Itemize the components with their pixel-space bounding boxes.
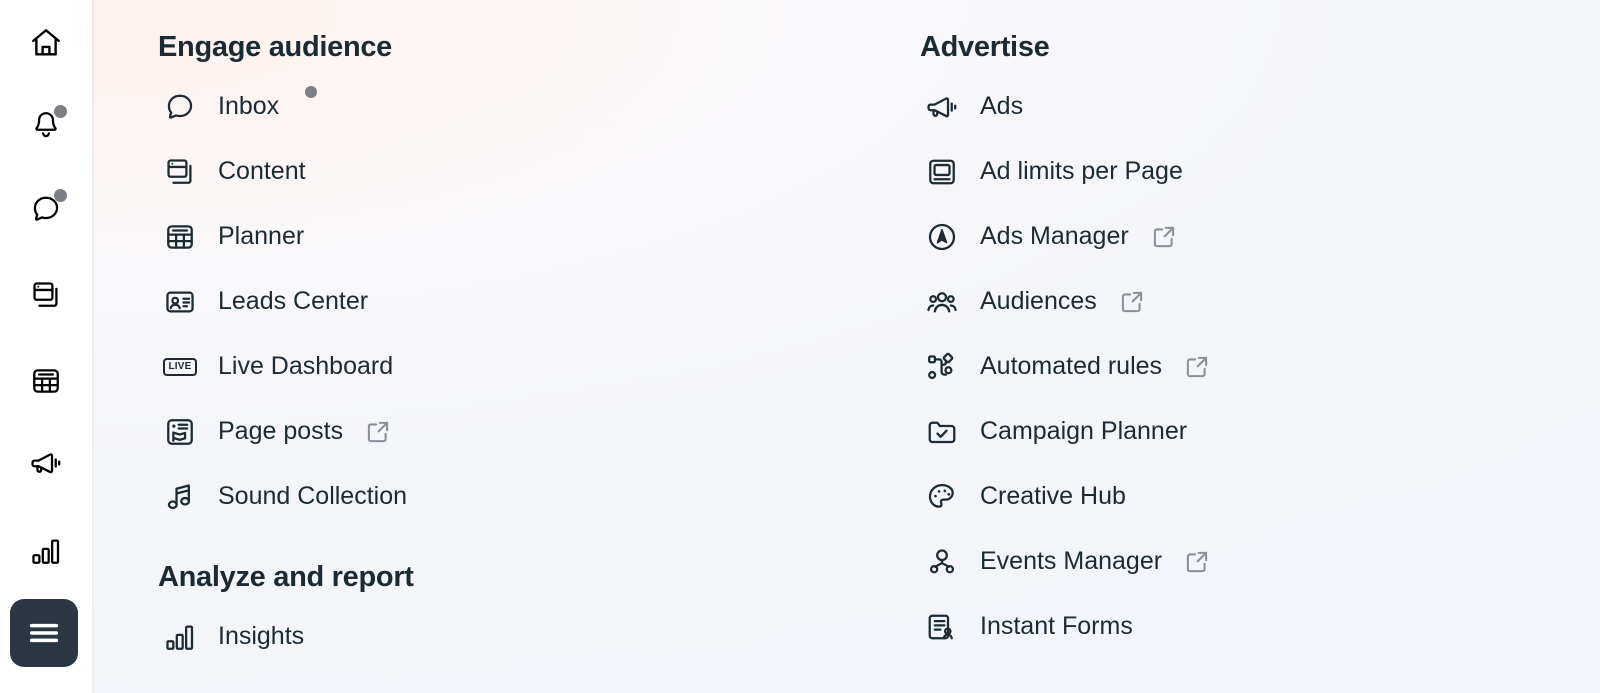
ads-icon[interactable]: [8, 432, 84, 494]
menu-item-insights[interactable]: Insights: [158, 604, 806, 669]
external-link-icon[interactable]: [1119, 289, 1145, 315]
menu-item-audiences[interactable]: Audiences: [920, 269, 1406, 334]
menu-item-label: Events Manager: [980, 547, 1163, 575]
icon-rail: [0, 0, 92, 693]
people-group-icon: [920, 280, 964, 324]
bar-chart-icon: [24, 529, 68, 573]
menu-item-ads[interactable]: Ads: [920, 74, 1406, 139]
external-link-icon[interactable]: [1184, 549, 1210, 575]
menu-item-automated-rules[interactable]: Automated rules: [920, 334, 1406, 399]
menu-item-label: Automated rules: [980, 352, 1163, 380]
menu-item-label: Instant Forms: [980, 612, 1133, 640]
navigation-flyout: Engage audience Inbox Content Planner Leads …: [0, 0, 1600, 693]
external-link-icon[interactable]: [365, 419, 391, 445]
insights-icon[interactable]: [8, 520, 84, 582]
section-title: Advertise: [920, 31, 1050, 63]
menu-item-label: Campaign Planner: [980, 417, 1188, 445]
content-icon[interactable]: [8, 264, 84, 326]
menu-group: Inbox Content Planner Leads Center LIVE Live …: [158, 74, 806, 529]
events-nodes-icon: [920, 540, 964, 584]
folder-check-icon: [920, 410, 964, 454]
menu-item-label: Inbox: [218, 92, 280, 120]
calendar-grid-icon: [158, 215, 202, 259]
menu-item-label: Sound Collection: [218, 482, 408, 510]
menu-group: Ads Ad limits per Page Ads Manager Audience…: [920, 74, 1406, 659]
unread-dot: [305, 86, 318, 98]
monitor-icon: [920, 150, 964, 194]
megaphone-icon: [24, 441, 68, 485]
menu-item-label: Audiences: [980, 287, 1097, 315]
flow-nodes-icon: [920, 345, 964, 389]
menu-item-label: Leads Center: [218, 287, 369, 315]
palette-icon: [920, 475, 964, 519]
menu-toggle[interactable]: [10, 599, 78, 667]
menu-item-leads-center[interactable]: Leads Center: [158, 269, 806, 334]
content-cards-icon: [24, 273, 68, 317]
menu-item-inbox[interactable]: Inbox: [158, 74, 806, 139]
live-badge-text: LIVE: [163, 357, 197, 376]
nav-panel: Engage audience Inbox Content Planner Leads …: [92, 0, 1600, 693]
nav-column-right: Advertise Ads Ad limits per Page Ads Manage…: [806, 0, 1406, 669]
menu-item-label: Ad limits per Page: [980, 157, 1183, 185]
menu-item-live-dashboard[interactable]: LIVE Live Dashboard: [158, 334, 806, 399]
home-icon: [24, 21, 68, 65]
badge-dot: [54, 189, 67, 202]
messages-icon[interactable]: [8, 178, 84, 240]
live-badge-icon: LIVE: [158, 345, 202, 389]
menu-item-content[interactable]: Content: [158, 139, 806, 204]
menu-item-creative-hub[interactable]: Creative Hub: [920, 464, 1406, 529]
megaphone-icon: [920, 85, 964, 129]
menu-item-label: Insights: [218, 622, 305, 650]
external-link-icon[interactable]: [1184, 354, 1210, 380]
notifications-icon[interactable]: [8, 94, 84, 156]
menu-item-ad-limits-per-page[interactable]: Ad limits per Page: [920, 139, 1406, 204]
form-person-icon: [920, 605, 964, 649]
menu-item-campaign-planner[interactable]: Campaign Planner: [920, 399, 1406, 464]
menu-item-label: Ads: [980, 92, 1024, 120]
nav-column-left: Engage audience Inbox Content Planner Leads …: [92, 0, 806, 669]
hamburger-icon: [22, 611, 66, 655]
bar-chart-icon: [158, 615, 202, 659]
menu-item-label: Live Dashboard: [218, 352, 394, 380]
section-title: Analyze and report: [158, 561, 414, 593]
menu-item-label: Planner: [218, 222, 305, 250]
external-link-icon[interactable]: [1151, 224, 1177, 250]
bell-icon: [24, 103, 68, 147]
menu-item-label: Page posts: [218, 417, 344, 445]
content-cards-icon: [158, 150, 202, 194]
menu-item-instant-forms[interactable]: Instant Forms: [920, 594, 1406, 659]
planner-icon[interactable]: [8, 350, 84, 412]
calendar-grid-icon: [24, 359, 68, 403]
menu-item-label: Ads Manager: [980, 222, 1129, 250]
nav-columns: Engage audience Inbox Content Planner Leads …: [92, 0, 1600, 669]
music-note-icon: [158, 475, 202, 519]
menu-group: Insights: [158, 604, 806, 669]
chat-bubble-icon: [158, 85, 202, 129]
compass-icon: [920, 215, 964, 259]
menu-item-events-manager[interactable]: Events Manager: [920, 529, 1406, 594]
home-icon[interactable]: [8, 12, 84, 74]
menu-item-page-posts[interactable]: Page posts: [158, 399, 806, 464]
badge-dot: [54, 105, 67, 118]
menu-item-label: Content: [218, 157, 306, 185]
menu-item-label: Creative Hub: [980, 482, 1126, 510]
menu-item-ads-manager[interactable]: Ads Manager: [920, 204, 1406, 269]
menu-item-planner[interactable]: Planner: [158, 204, 806, 269]
page-post-icon: [158, 410, 202, 454]
id-card-icon: [158, 280, 202, 324]
menu-item-sound-collection[interactable]: Sound Collection: [158, 464, 806, 529]
section-title: Engage audience: [158, 31, 393, 63]
chat-bubble-icon: [24, 187, 68, 231]
